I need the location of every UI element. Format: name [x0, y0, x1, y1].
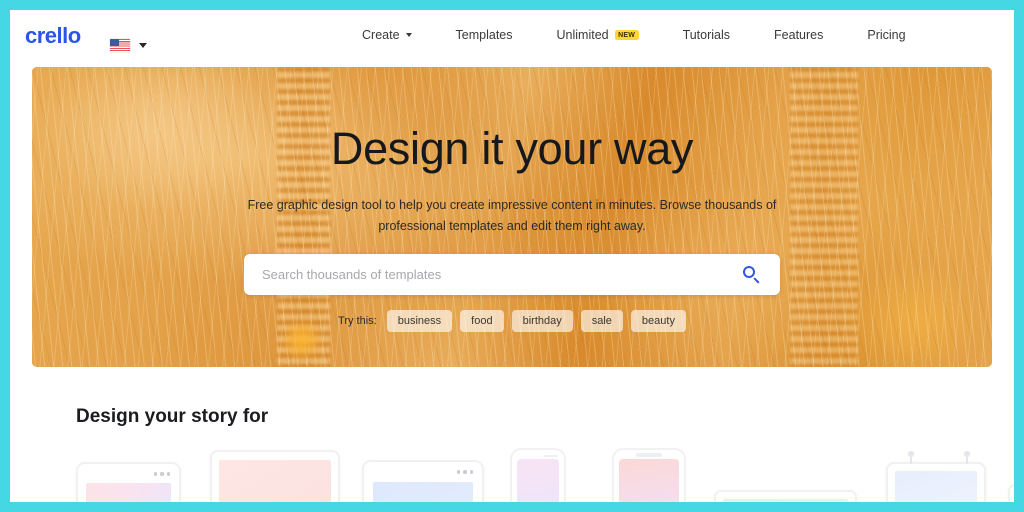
hanger-hook-icon: [908, 451, 913, 464]
search-box[interactable]: [244, 254, 780, 296]
us-flag-icon: [110, 39, 130, 52]
nav-item-templates[interactable]: Templates: [434, 28, 535, 42]
tag-birthday[interactable]: birthday: [511, 310, 573, 333]
nav-label: Unlimited: [556, 28, 609, 42]
main-navigation: Create Templates Unlimited NEW Tutorials…: [340, 10, 928, 60]
card-thumbnail: [517, 459, 559, 502]
nav-label: Pricing: [867, 28, 906, 42]
phone-card-peach[interactable]: [612, 448, 686, 502]
browser-card-pink-lavender[interactable]: [76, 462, 181, 502]
hero-title: Design it your way: [330, 123, 694, 174]
nav-label: Tutorials: [682, 28, 731, 42]
tag-business[interactable]: business: [386, 310, 453, 333]
crello-logo[interactable]: crello: [25, 23, 81, 49]
page-frame: crello Create Templates Unlimited NEW Tu…: [10, 10, 1014, 502]
browser-card-blue[interactable]: [362, 460, 484, 502]
nav-item-features[interactable]: Features: [752, 28, 845, 42]
search-icon[interactable]: [743, 266, 760, 284]
template-mockups: [10, 440, 1014, 502]
tag-food[interactable]: food: [460, 310, 504, 333]
card-thumbnail: [219, 460, 331, 502]
status-bar-icon: [544, 455, 558, 457]
nav-item-tutorials[interactable]: Tutorials: [661, 28, 752, 42]
card-thumbnail: [895, 471, 977, 502]
card-thumbnail: [373, 482, 473, 502]
suggested-tags: Try this: business food birthday sale be…: [338, 310, 686, 333]
chevron-down-icon: [405, 33, 412, 37]
hanger-hook-icon: [964, 451, 969, 464]
hero-subtitle: Free graphic design tool to help you cre…: [247, 198, 777, 233]
nav-item-create[interactable]: Create: [340, 28, 434, 42]
nav-item-unlimited[interactable]: Unlimited NEW: [535, 28, 661, 42]
notch-icon: [636, 453, 662, 457]
hero-banner: Design it your way Free graphic design t…: [32, 67, 992, 367]
card-thumbnail: [723, 499, 848, 502]
window-dots-icon: [456, 470, 473, 474]
poster-card-ice[interactable]: [886, 451, 986, 502]
site-header: crello Create Templates Unlimited NEW Tu…: [10, 10, 1014, 60]
tag-sale[interactable]: sale: [580, 310, 623, 333]
card-thumbnail: [619, 459, 679, 502]
chevron-down-icon: [139, 43, 147, 48]
try-this-label: Try this:: [338, 315, 377, 328]
search-row: [244, 254, 780, 296]
nav-label: Create: [362, 28, 400, 42]
tablet-card-pink[interactable]: [210, 450, 340, 502]
nav-label: Features: [774, 28, 824, 42]
card-mint[interactable]: [714, 490, 857, 502]
nav-item-pricing[interactable]: Pricing: [845, 28, 927, 42]
new-badge: NEW: [614, 30, 639, 40]
page-title: Design your story for: [76, 406, 269, 427]
window-dots-icon: [153, 472, 170, 476]
card-salmon[interactable]: [1008, 484, 1014, 502]
nav-label: Templates: [455, 28, 513, 42]
search-input[interactable]: [262, 267, 743, 283]
phone-card-lavender[interactable]: [510, 448, 566, 502]
tag-beauty[interactable]: beauty: [630, 310, 686, 333]
card-thumbnail: [86, 483, 171, 502]
language-selector[interactable]: [110, 39, 147, 52]
